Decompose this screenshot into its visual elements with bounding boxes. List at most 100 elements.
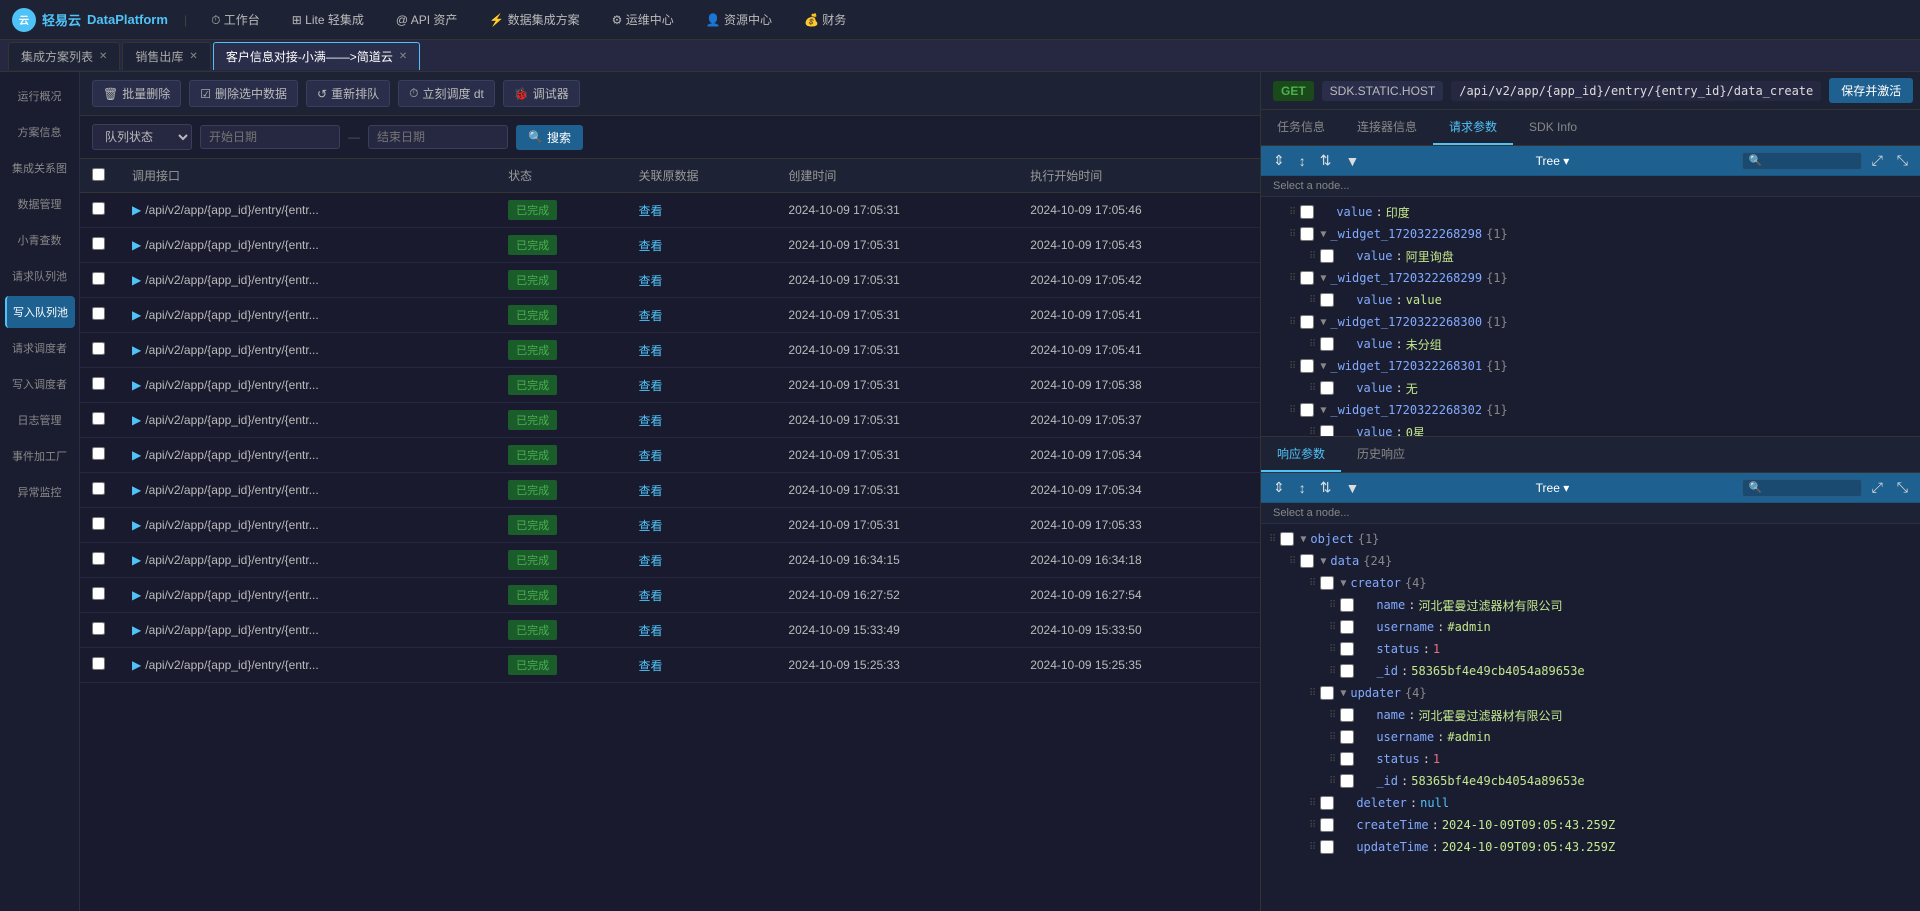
list-item[interactable]: ⠿name:河北霍曼过滤器材有限公司	[1261, 594, 1920, 616]
nav-data-integration[interactable]: ⚡ 数据集成方案	[481, 11, 587, 28]
row-related[interactable]: 查看	[626, 263, 776, 298]
nav-resource[interactable]: 👤 资源中心	[698, 11, 780, 28]
node-checkbox[interactable]	[1320, 337, 1334, 351]
row-related[interactable]: 查看	[626, 368, 776, 403]
nav-worktable[interactable]: ⏱ 工作台	[203, 11, 268, 28]
expand-arrow[interactable]: ▼	[1320, 405, 1326, 416]
expand-arrow[interactable]: ▼	[1300, 534, 1306, 545]
batch-delete-btn[interactable]: 🗑 批量删除	[92, 80, 181, 107]
list-item[interactable]: ⠿▼_widget_1720322268299{1}	[1261, 267, 1920, 289]
expand-arrow[interactable]: ▼	[1320, 361, 1326, 372]
node-checkbox[interactable]	[1300, 315, 1314, 329]
node-checkbox[interactable]	[1280, 532, 1294, 546]
row-related[interactable]: 查看	[626, 613, 776, 648]
node-checkbox[interactable]	[1300, 554, 1314, 568]
node-checkbox[interactable]	[1320, 796, 1334, 810]
expand-arrow[interactable]: ▼	[1320, 273, 1326, 284]
resp-collapse-icon[interactable]: ⤡	[1893, 477, 1912, 498]
node-checkbox[interactable]	[1300, 271, 1314, 285]
node-checkbox[interactable]	[1340, 752, 1354, 766]
list-item[interactable]: ⠿▼_widget_1720322268300{1}	[1261, 311, 1920, 333]
debug-btn[interactable]: 🐞 调试器	[503, 80, 580, 107]
node-checkbox[interactable]	[1340, 642, 1354, 656]
expand-arrow[interactable]: ▼	[1340, 688, 1346, 699]
tab-sales-close[interactable]: ✕	[189, 51, 197, 62]
filter-btn[interactable]: ▼	[1341, 151, 1363, 171]
row-related[interactable]: 查看	[626, 543, 776, 578]
node-checkbox[interactable]	[1320, 686, 1334, 700]
sidebar-item-request-queue[interactable]: 请求队列池	[5, 260, 75, 292]
node-checkbox[interactable]	[1320, 818, 1334, 832]
sidebar-item-write-scheduler[interactable]: 写入调度者	[5, 368, 75, 400]
row-checkbox[interactable]	[92, 482, 105, 495]
requeue-btn[interactable]: ↺ 重新排队	[306, 80, 390, 107]
list-item[interactable]: ⠿status:1	[1261, 748, 1920, 770]
row-checkbox[interactable]	[92, 202, 105, 215]
list-item[interactable]: ⠿▼updater{4}	[1261, 682, 1920, 704]
list-item[interactable]: ⠿value:无	[1261, 377, 1920, 399]
sidebar-item-overview[interactable]: 运行概况	[5, 80, 75, 112]
tab-request-params[interactable]: 请求参数	[1433, 110, 1513, 145]
resp-expand-icon[interactable]: ⤢	[1868, 477, 1887, 498]
resp-collapse-btn[interactable]: ↕	[1295, 478, 1310, 498]
tab-customer-close[interactable]: ✕	[399, 51, 407, 62]
row-checkbox[interactable]	[92, 237, 105, 250]
list-item[interactable]: ⠿name:河北霍曼过滤器材有限公司	[1261, 704, 1920, 726]
node-checkbox[interactable]	[1320, 576, 1334, 590]
tab-sales[interactable]: 销售出库 ✕	[122, 42, 210, 70]
resp-expand-all-btn[interactable]: ⇕	[1269, 477, 1289, 498]
node-checkbox[interactable]	[1320, 249, 1334, 263]
row-related[interactable]: 查看	[626, 333, 776, 368]
sidebar-item-request-scheduler[interactable]: 请求调度者	[5, 332, 75, 364]
list-item[interactable]: ⠿deleter:null	[1261, 792, 1920, 814]
sidebar-item-relation[interactable]: 集成关系图	[5, 152, 75, 184]
collapse-btn[interactable]: ↕	[1295, 151, 1310, 171]
list-item[interactable]: ⠿_id:58365bf4e49cb4054a89653e	[1261, 660, 1920, 682]
row-checkbox[interactable]	[92, 622, 105, 635]
list-item[interactable]: ⠿value:0星	[1261, 421, 1920, 436]
row-checkbox[interactable]	[92, 657, 105, 670]
nav-finance[interactable]: 💰 财务	[796, 11, 854, 28]
row-checkbox[interactable]	[92, 587, 105, 600]
row-checkbox[interactable]	[92, 517, 105, 530]
expand-arrow[interactable]: ▼	[1320, 317, 1326, 328]
list-item[interactable]: ⠿▼data{24}	[1261, 550, 1920, 572]
batch-select-delete-btn[interactable]: ☑ 删除选中数据	[189, 80, 298, 107]
nav-api[interactable]: @ API 资产	[388, 11, 466, 28]
tab-list-close[interactable]: ✕	[99, 51, 107, 62]
search-button[interactable]: 🔍 搜索	[516, 125, 583, 150]
list-item[interactable]: ⠿▼object{1}	[1261, 528, 1920, 550]
sort-btn[interactable]: ⇅	[1316, 150, 1336, 171]
node-checkbox[interactable]	[1300, 403, 1314, 417]
tab-list[interactable]: 集成方案列表 ✕	[8, 42, 120, 70]
row-related[interactable]: 查看	[626, 508, 776, 543]
tree-collapse-icon[interactable]: ⤡	[1893, 150, 1912, 171]
node-checkbox[interactable]	[1340, 664, 1354, 678]
sidebar-item-write-queue[interactable]: 写入队列池	[5, 296, 75, 328]
row-related[interactable]: 查看	[626, 403, 776, 438]
list-item[interactable]: ⠿value:value	[1261, 289, 1920, 311]
schedule-btn[interactable]: ⏱ 立刻调度 dt	[398, 80, 495, 107]
row-related[interactable]: 查看	[626, 228, 776, 263]
row-checkbox[interactable]	[92, 272, 105, 285]
row-related[interactable]: 查看	[626, 193, 776, 228]
sidebar-item-log[interactable]: 日志管理	[5, 404, 75, 436]
node-checkbox[interactable]	[1320, 425, 1334, 436]
node-checkbox[interactable]	[1340, 598, 1354, 612]
row-checkbox[interactable]	[92, 377, 105, 390]
row-related[interactable]: 查看	[626, 473, 776, 508]
end-date-input[interactable]	[368, 125, 508, 149]
sidebar-item-plan[interactable]: 方案信息	[5, 116, 75, 148]
list-item[interactable]: ⠿_id:58365bf4e49cb4054a89653e	[1261, 770, 1920, 792]
row-checkbox[interactable]	[92, 412, 105, 425]
expand-arrow[interactable]: ▼	[1340, 578, 1346, 589]
row-checkbox[interactable]	[92, 342, 105, 355]
node-checkbox[interactable]	[1340, 774, 1354, 788]
row-related[interactable]: 查看	[626, 438, 776, 473]
list-item[interactable]: ⠿value:印度	[1261, 201, 1920, 223]
node-checkbox[interactable]	[1300, 227, 1314, 241]
resp-filter-btn[interactable]: ▼	[1341, 478, 1363, 498]
tree-expand-icon[interactable]: ⤢	[1868, 150, 1887, 171]
list-item[interactable]: ⠿▼_widget_1720322268301{1}	[1261, 355, 1920, 377]
node-checkbox[interactable]	[1320, 293, 1334, 307]
